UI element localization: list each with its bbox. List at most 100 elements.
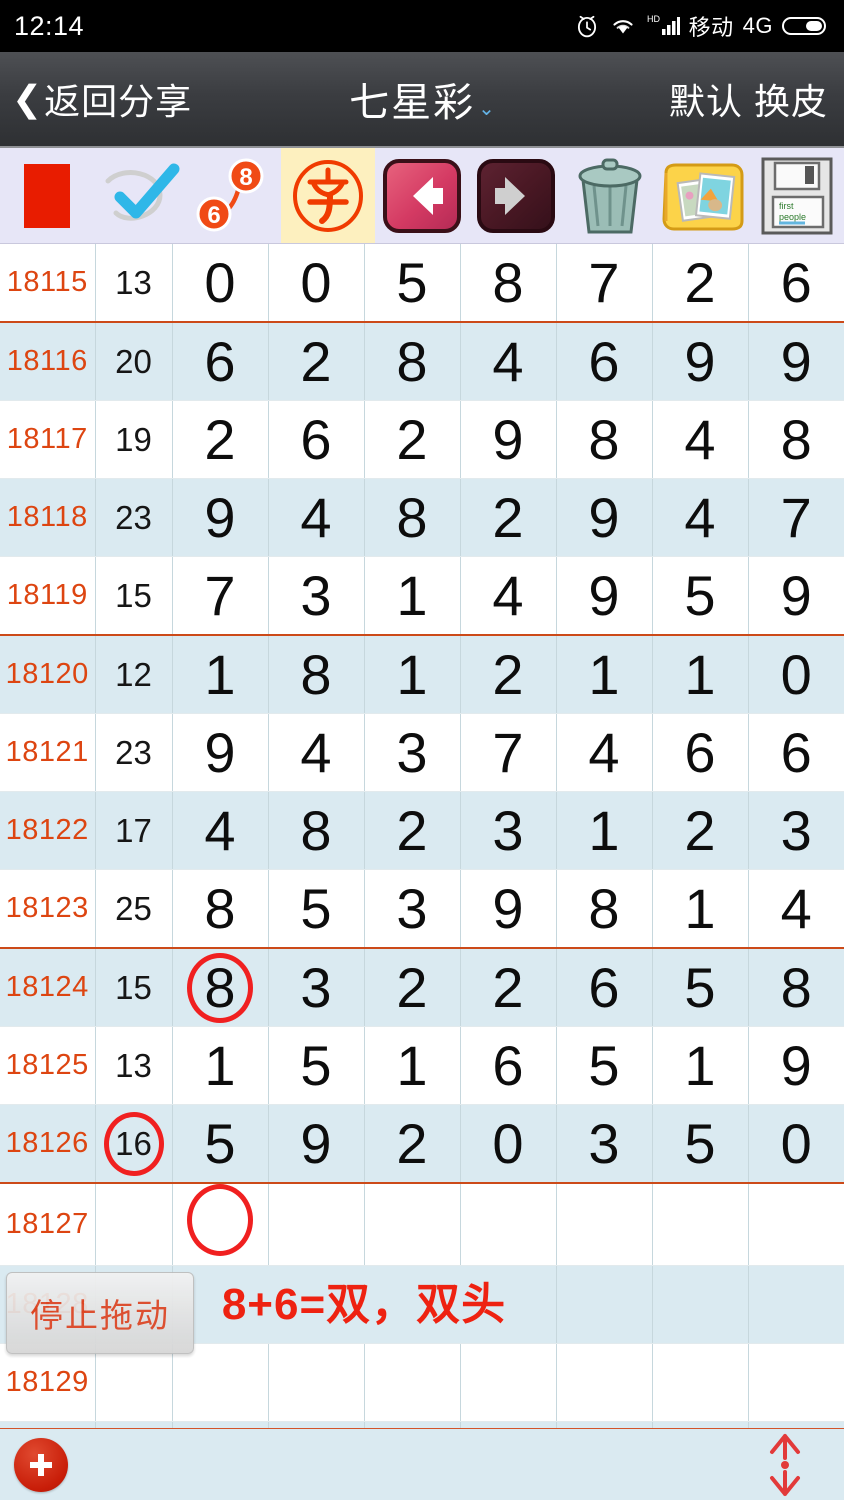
- table-row[interactable]: 18117 19 2 6 2 9 8 4 8: [0, 400, 844, 479]
- row-sum-value[interactable]: 19: [95, 400, 173, 479]
- row-digit-cell[interactable]: 0: [748, 634, 844, 714]
- row-digit-cell[interactable]: 2: [652, 791, 749, 870]
- row-digit-cell[interactable]: 8: [268, 634, 365, 714]
- row-digit-cell[interactable]: 2: [460, 947, 557, 1027]
- toolbar-item-red-square[interactable]: [0, 148, 94, 243]
- row-digit-cell[interactable]: 9: [268, 1104, 365, 1184]
- row-digit-cell[interactable]: 3: [460, 791, 557, 870]
- row-digit-cell[interactable]: 4: [268, 478, 365, 557]
- row-digit-cell[interactable]: 2: [460, 634, 557, 714]
- row-digit-cell[interactable]: 5: [268, 869, 365, 949]
- row-digit-cell[interactable]: 8: [268, 791, 365, 870]
- row-digit-cell[interactable]: 4: [652, 400, 749, 479]
- row-digit-cell[interactable]: 9: [460, 400, 557, 479]
- scroll-up-down-icon[interactable]: [762, 1432, 808, 1498]
- table-row[interactable]: 18119 15 7 3 1 4 9 5 9: [0, 556, 844, 636]
- row-digit-cell[interactable]: [652, 1265, 749, 1344]
- row-digit-cell[interactable]: 2: [364, 400, 461, 479]
- row-digit-cell[interactable]: [364, 1182, 461, 1266]
- table-row[interactable]: 18115 13 0 0 5 8 7 2 6: [0, 244, 844, 323]
- row-digit-cell[interactable]: 8: [555, 400, 653, 479]
- row-sum-value[interactable]: 17: [95, 791, 173, 870]
- toolbar-item-prev[interactable]: [375, 148, 469, 243]
- row-digit-cell[interactable]: 6: [652, 713, 749, 792]
- row-digit-cell[interactable]: [268, 1343, 365, 1422]
- row-sum-value[interactable]: 23: [95, 478, 173, 557]
- row-digit-cell[interactable]: 3: [748, 791, 844, 870]
- row-digit-cell[interactable]: 2: [364, 791, 461, 870]
- toolbar-item-six-eight[interactable]: 6 8: [188, 148, 282, 243]
- skin-switch-button[interactable]: 默认 换皮: [669, 73, 844, 125]
- row-digit-cell[interactable]: 8: [748, 947, 844, 1027]
- table-row[interactable]: 18120 12 1 8 1 2 1 1 0: [0, 634, 844, 714]
- row-digit-cell[interactable]: [364, 1343, 461, 1422]
- row-digit-cell[interactable]: 8: [172, 869, 269, 949]
- table-row[interactable]: 18126 16 5 9 2 0 3 5 0: [0, 1104, 844, 1184]
- row-digit-cell[interactable]: 5: [172, 1104, 269, 1184]
- row-sum-value[interactable]: 13: [95, 1026, 173, 1105]
- row-digit-cell[interactable]: 3: [268, 947, 365, 1027]
- row-sum-value[interactable]: [95, 1343, 173, 1422]
- back-share-button[interactable]: ❮ 返回分享: [0, 73, 192, 125]
- row-annotation-note[interactable]: 8+6=双，双头: [171, 1265, 557, 1344]
- row-digit-cell[interactable]: 7: [172, 556, 269, 636]
- row-digit-cell[interactable]: 0: [748, 1104, 844, 1184]
- row-digit-cell[interactable]: 4: [748, 869, 844, 949]
- row-digit-cell[interactable]: [652, 1182, 749, 1266]
- row-digit-cell[interactable]: [555, 1182, 653, 1266]
- row-sum-value[interactable]: 15: [95, 947, 173, 1027]
- row-digit-cell[interactable]: 2: [364, 1104, 461, 1184]
- row-digit-cell[interactable]: 5: [268, 1026, 365, 1105]
- row-digit-cell[interactable]: 9: [460, 869, 557, 949]
- row-digit-cell[interactable]: 7: [748, 478, 844, 557]
- row-digit-cell[interactable]: 9: [748, 1026, 844, 1105]
- row-sum-value[interactable]: 20: [95, 321, 173, 401]
- row-digit-cell[interactable]: 6: [748, 713, 844, 792]
- row-digit-cell[interactable]: 1: [652, 1026, 749, 1105]
- row-digit-cell[interactable]: 3: [364, 713, 461, 792]
- row-sum-value[interactable]: 15: [95, 556, 173, 636]
- row-sum-value[interactable]: [95, 1182, 173, 1266]
- row-digit-cell[interactable]: 4: [652, 478, 749, 557]
- row-digit-cell[interactable]: 5: [555, 1026, 653, 1105]
- row-digit-cell[interactable]: 8: [555, 869, 653, 949]
- stop-drag-button[interactable]: 停止拖动: [6, 1272, 194, 1354]
- row-digit-cell[interactable]: [555, 1343, 653, 1422]
- row-digit-cell[interactable]: 2: [460, 478, 557, 557]
- row-digit-cell[interactable]: 4: [268, 713, 365, 792]
- row-digit-cell[interactable]: 7: [555, 244, 653, 323]
- row-digit-cell[interactable]: 6: [268, 400, 365, 479]
- row-digit-cell[interactable]: 0: [268, 244, 365, 323]
- row-digit-cell[interactable]: 1: [652, 869, 749, 949]
- row-digit-cell[interactable]: [652, 1343, 749, 1422]
- table-row[interactable]: 18121 23 9 4 3 7 4 6 6: [0, 713, 844, 792]
- add-plus-icon[interactable]: [14, 1437, 68, 1492]
- row-digit-cell[interactable]: 5: [652, 947, 749, 1027]
- row-digit-cell[interactable]: 3: [555, 1104, 653, 1184]
- row-digit-cell[interactable]: [555, 1265, 653, 1344]
- row-digit-cell[interactable]: 9: [555, 478, 653, 557]
- table-row[interactable]: 18122 17 4 8 2 3 1 2 3: [0, 791, 844, 870]
- toolbar-item-album[interactable]: [656, 148, 750, 243]
- row-digit-cell[interactable]: [172, 1343, 269, 1422]
- row-digit-cell[interactable]: [460, 1343, 557, 1422]
- row-digit-cell[interactable]: 6: [555, 947, 653, 1027]
- row-digit-cell[interactable]: 1: [172, 634, 269, 714]
- row-digit-cell[interactable]: 8: [364, 321, 461, 401]
- row-digit-cell[interactable]: 2: [364, 947, 461, 1027]
- row-digit-cell[interactable]: 1: [364, 556, 461, 636]
- row-digit-cell[interactable]: 9: [172, 478, 269, 557]
- row-digit-cell[interactable]: 1: [555, 791, 653, 870]
- table-row[interactable]: 18123 25 8 5 3 9 8 1 4: [0, 869, 844, 949]
- row-digit-cell[interactable]: 9: [748, 321, 844, 401]
- row-digit-cell[interactable]: 1: [364, 1026, 461, 1105]
- row-digit-cell[interactable]: 9: [555, 556, 653, 636]
- row-sum-value[interactable]: 12: [95, 634, 173, 714]
- row-digit-cell[interactable]: [748, 1343, 844, 1422]
- row-digit-cell[interactable]: [172, 1182, 269, 1266]
- row-digit-cell[interactable]: 8: [748, 400, 844, 479]
- row-digit-cell[interactable]: 4: [460, 556, 557, 636]
- table-row[interactable]: 18129: [0, 1343, 844, 1422]
- row-digit-cell[interactable]: [460, 1182, 557, 1266]
- row-sum-value[interactable]: 25: [95, 869, 173, 949]
